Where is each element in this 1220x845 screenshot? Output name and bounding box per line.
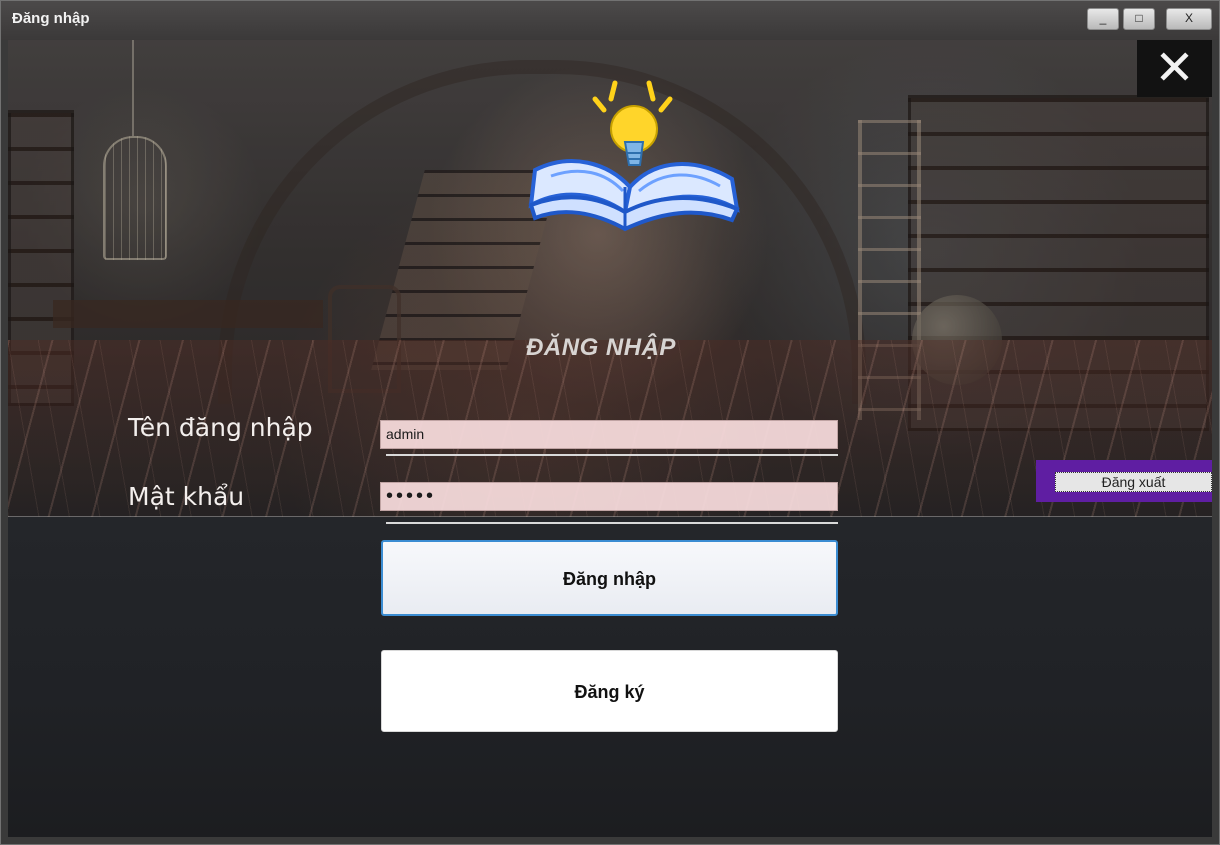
login-window: Đăng nhập _ □ X ✕ ĐĂNG NHẬP Tên đăng nhậ… [0, 0, 1220, 845]
window-close-button[interactable]: X [1166, 8, 1212, 30]
login-heading: ĐĂNG NHẬP [526, 334, 676, 361]
login-button[interactable]: Đăng nhập [381, 540, 838, 616]
window-titlebar: Đăng nhập _ □ X [0, 0, 1220, 40]
password-label: Mật khẩu [128, 482, 245, 511]
password-input[interactable]: ••••• [380, 482, 838, 511]
register-button[interactable]: Đăng ký [381, 650, 838, 732]
password-underline [386, 522, 838, 524]
username-input[interactable]: admin [380, 420, 838, 449]
username-underline [386, 454, 838, 456]
background-divider [8, 516, 1212, 517]
login-client-area: ✕ ĐĂNG NHẬP Tên đăng nhập admin Mật khẩu… [8, 40, 1212, 837]
book-lightbulb-icon [528, 80, 740, 232]
logout-button[interactable]: Đăng xuất [1055, 472, 1212, 492]
window-minimize-button[interactable]: _ [1087, 8, 1119, 30]
username-label: Tên đăng nhập [128, 413, 313, 442]
close-icon[interactable]: ✕ [1137, 40, 1212, 97]
window-title: Đăng nhập [12, 10, 90, 27]
window-maximize-button[interactable]: □ [1123, 8, 1155, 30]
